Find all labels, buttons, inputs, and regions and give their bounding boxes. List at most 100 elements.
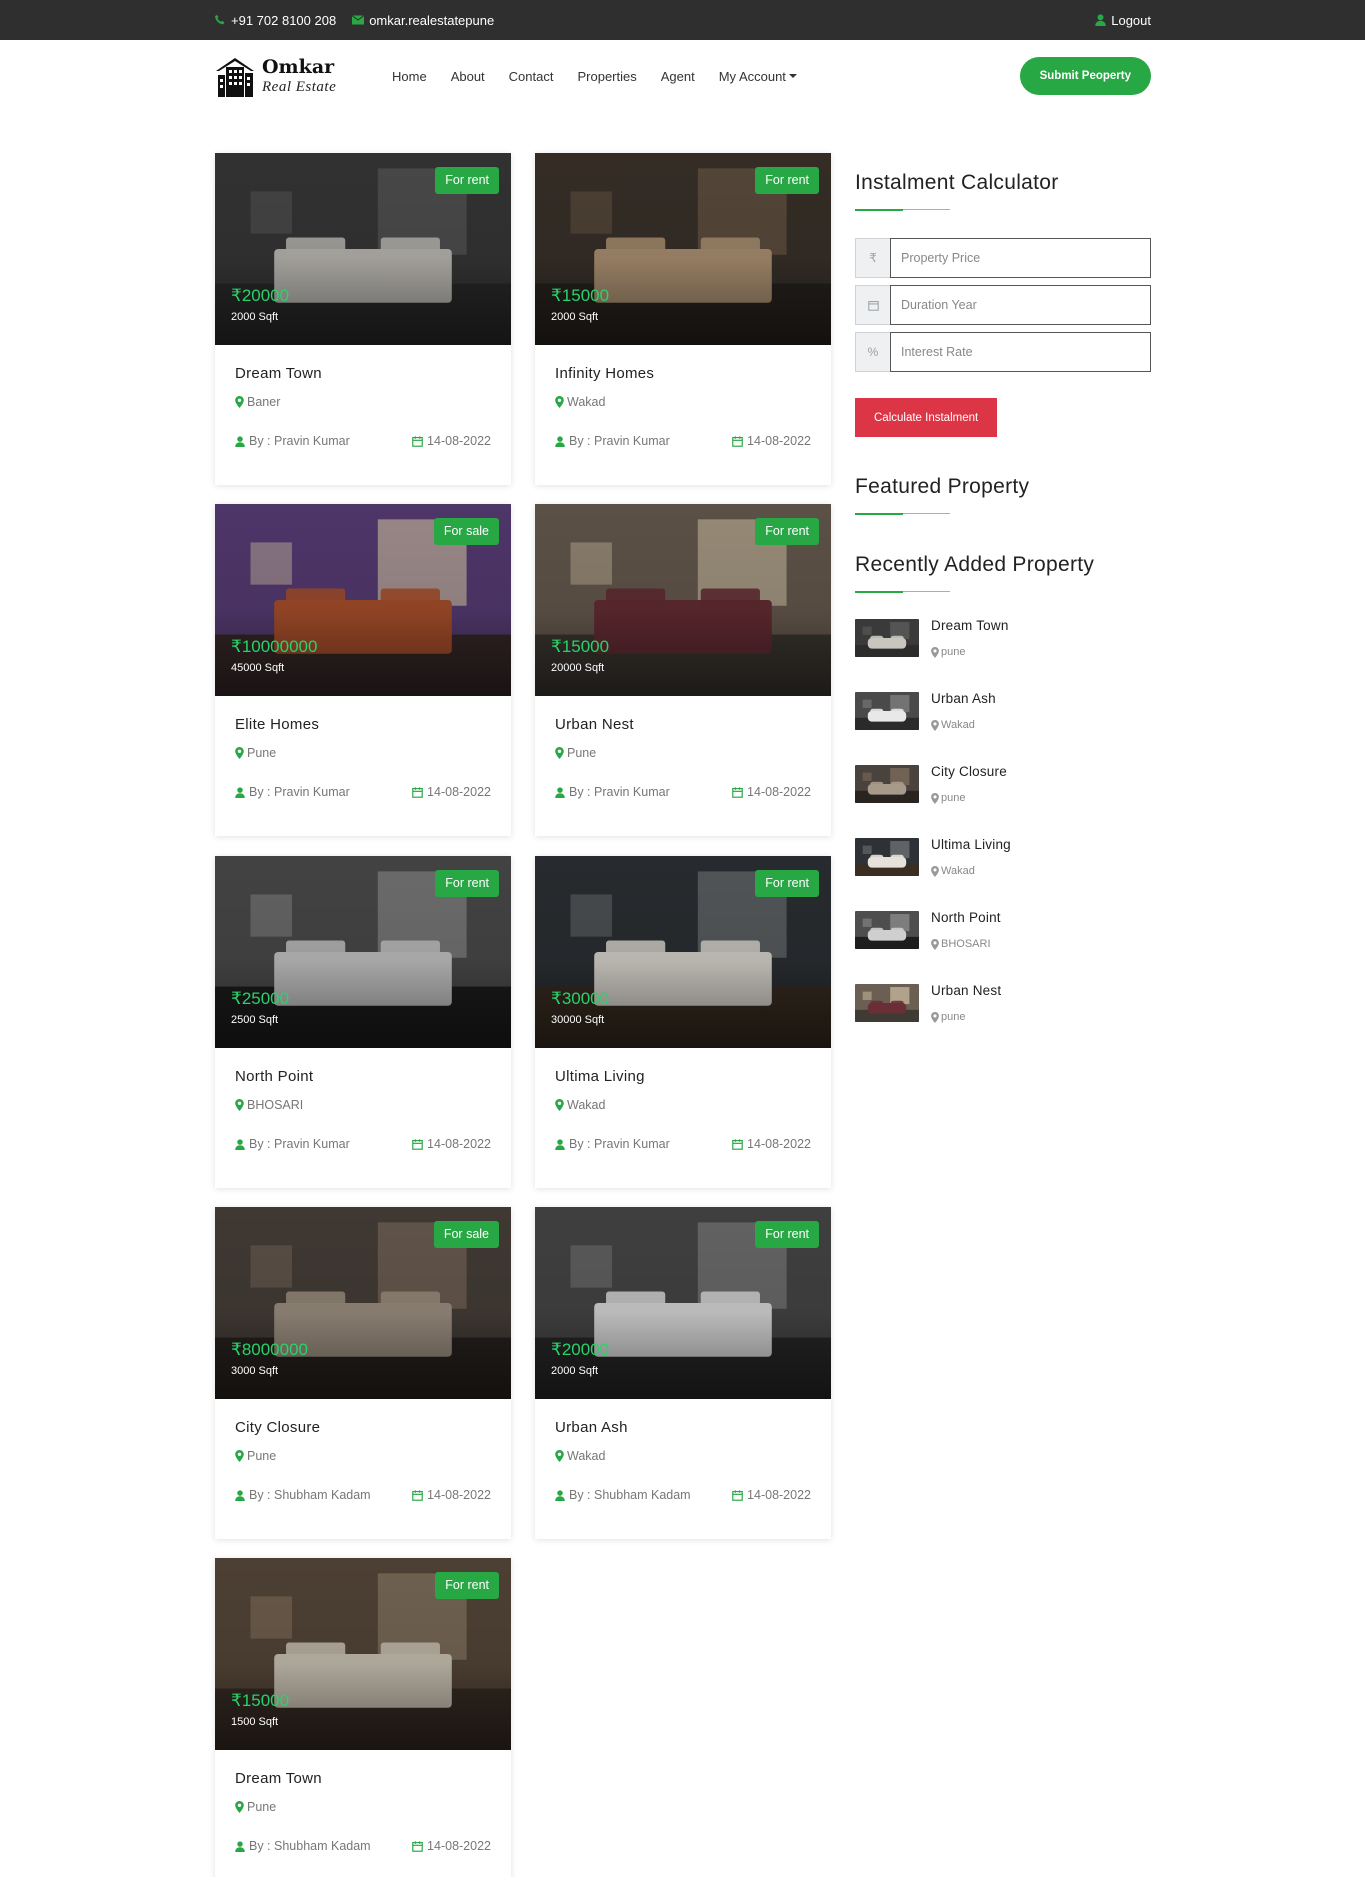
- email-contact[interactable]: omkar.realestatepune: [352, 13, 494, 28]
- property-area: 1500 Sqft: [231, 1716, 279, 1728]
- title-underline: [855, 591, 950, 593]
- property-photo[interactable]: For rent ₹15000 1500 Sqft: [215, 1558, 511, 1750]
- property-card[interactable]: For rent ₹30000 30000 Sqft Ultima Living…: [535, 856, 831, 1188]
- recent-property-name[interactable]: North Point: [931, 910, 1001, 925]
- agent-label: By : Shubham Kadam: [249, 1839, 371, 1853]
- sidebar: Instalment Calculator ₹ % Calculate Inst…: [855, 153, 1151, 1056]
- main-nav: Home About Contact Properties Agent My A…: [380, 69, 809, 84]
- location-label: Pune: [247, 1800, 277, 1814]
- top-bar: +91 702 8100 208 omkar.realestatepune Lo…: [0, 0, 1365, 40]
- site-logo[interactable]: Omkar Real Estate: [214, 55, 364, 97]
- property-photo[interactable]: For sale ₹10000000 45000 Sqft: [215, 504, 511, 696]
- logout-link[interactable]: Logout: [1095, 13, 1151, 28]
- date-label: 14-08-2022: [747, 1137, 811, 1151]
- recent-property-item[interactable]: Urban Nest pune: [855, 983, 1151, 1056]
- recent-property-thumbnail[interactable]: [855, 619, 919, 657]
- property-photo[interactable]: For sale ₹8000000 3000 Sqft: [215, 1207, 511, 1399]
- calendar-icon: [412, 1489, 423, 1501]
- recent-property-thumbnail[interactable]: [855, 838, 919, 876]
- property-title[interactable]: Dream Town: [235, 365, 491, 382]
- user-icon: [235, 1840, 245, 1852]
- property-card[interactable]: For rent ₹15000 2000 Sqft Infinity Homes…: [535, 153, 831, 485]
- calculate-instalment-button[interactable]: Calculate Instalment: [855, 398, 998, 437]
- recent-property-item[interactable]: Ultima Living Wakad: [855, 837, 1151, 910]
- recent-property-name[interactable]: Dream Town: [931, 618, 1009, 633]
- property-card[interactable]: For sale ₹10000000 45000 Sqft Elite Home…: [215, 504, 511, 836]
- nav-home[interactable]: Home: [392, 69, 427, 84]
- property-card[interactable]: For rent ₹20000 2000 Sqft Dream Town Ban…: [215, 153, 511, 485]
- user-icon: [235, 1489, 245, 1501]
- recent-property-name[interactable]: Urban Nest: [931, 983, 1001, 998]
- property-area: 3000 Sqft: [231, 1365, 279, 1377]
- recent-property-name[interactable]: City Closure: [931, 764, 1007, 779]
- listing-type-badge: For rent: [755, 870, 819, 897]
- recent-property-item[interactable]: City Closure pune: [855, 764, 1151, 837]
- property-title[interactable]: Urban Ash: [555, 1419, 811, 1436]
- property-card[interactable]: For rent ₹15000 20000 Sqft Urban Nest Pu…: [535, 504, 831, 836]
- property-price-input[interactable]: [890, 238, 1151, 278]
- property-photo[interactable]: For rent ₹25000 2500 Sqft: [215, 856, 511, 1048]
- property-price: ₹10000000: [231, 637, 318, 656]
- logout-label: Logout: [1111, 12, 1151, 28]
- calendar-icon: [855, 285, 890, 325]
- submit-property-button[interactable]: Submit Peoperty: [1019, 57, 1151, 95]
- nav-agent[interactable]: Agent: [661, 69, 695, 84]
- nav-my-account[interactable]: My Account: [719, 69, 797, 84]
- agent-label: By : Shubham Kadam: [569, 1488, 691, 1502]
- calendar-icon: [412, 1840, 423, 1852]
- property-photo[interactable]: For rent ₹15000 20000 Sqft: [535, 504, 831, 696]
- property-title[interactable]: Elite Homes: [235, 716, 491, 733]
- recent-property-name[interactable]: Ultima Living: [931, 837, 1011, 852]
- property-price: ₹25000: [231, 989, 290, 1008]
- property-title[interactable]: City Closure: [235, 1419, 491, 1436]
- property-photo[interactable]: For rent ₹30000 30000 Sqft: [535, 856, 831, 1048]
- duration-year-input[interactable]: [890, 285, 1151, 325]
- rupee-icon: ₹: [855, 238, 890, 278]
- interest-rate-input[interactable]: [890, 332, 1151, 372]
- agent-label: By : Pravin Kumar: [249, 434, 350, 448]
- property-title[interactable]: Urban Nest: [555, 716, 811, 733]
- property-title[interactable]: Ultima Living: [555, 1068, 811, 1085]
- property-agent: By : Shubham Kadam: [555, 1488, 691, 1502]
- recent-property-item[interactable]: North Point BHOSARI: [855, 910, 1151, 983]
- listing-type-badge: For rent: [435, 870, 499, 897]
- phone-contact[interactable]: +91 702 8100 208: [214, 13, 336, 28]
- nav-contact[interactable]: Contact: [509, 69, 554, 84]
- listing-type-badge: For rent: [755, 167, 819, 194]
- map-marker-icon: [931, 938, 939, 950]
- recent-property-item[interactable]: Dream Town pune: [855, 618, 1151, 691]
- date-label: 14-08-2022: [427, 1839, 491, 1853]
- property-card[interactable]: For sale ₹8000000 3000 Sqft City Closure…: [215, 1207, 511, 1539]
- property-price: ₹15000: [551, 286, 610, 305]
- property-price: ₹15000: [231, 1691, 290, 1710]
- recent-property-name[interactable]: Urban Ash: [931, 691, 996, 706]
- property-card[interactable]: For rent ₹20000 2000 Sqft Urban Ash Waka…: [535, 1207, 831, 1539]
- property-title[interactable]: Dream Town: [235, 1770, 491, 1787]
- recent-property-thumbnail[interactable]: [855, 911, 919, 949]
- property-title[interactable]: Infinity Homes: [555, 365, 811, 382]
- property-card[interactable]: For rent ₹15000 1500 Sqft Dream Town Pun…: [215, 1558, 511, 1877]
- property-card[interactable]: For rent ₹25000 2500 Sqft North Point BH…: [215, 856, 511, 1188]
- nav-about[interactable]: About: [451, 69, 485, 84]
- property-photo[interactable]: For rent ₹20000 2000 Sqft: [215, 153, 511, 345]
- property-price: ₹15000: [551, 637, 610, 656]
- property-photo[interactable]: For rent ₹20000 2000 Sqft: [535, 1207, 831, 1399]
- property-date: 14-08-2022: [412, 434, 491, 448]
- recent-property-thumbnail[interactable]: [855, 765, 919, 803]
- recent-property-thumbnail[interactable]: [855, 692, 919, 730]
- recent-property-item[interactable]: Urban Ash Wakad: [855, 691, 1151, 764]
- nav-properties[interactable]: Properties: [577, 69, 636, 84]
- date-label: 14-08-2022: [427, 434, 491, 448]
- title-underline: [855, 209, 950, 211]
- city-label: pune: [941, 792, 966, 804]
- user-icon: [235, 1138, 245, 1150]
- calendar-icon: [732, 435, 743, 447]
- recent-property-thumbnail[interactable]: [855, 984, 919, 1022]
- property-area: 30000 Sqft: [551, 1014, 605, 1026]
- property-photo[interactable]: For rent ₹15000 2000 Sqft: [535, 153, 831, 345]
- user-icon: [1095, 14, 1106, 26]
- user-icon: [555, 1489, 565, 1501]
- agent-label: By : Pravin Kumar: [569, 434, 670, 448]
- property-price: ₹8000000: [231, 1340, 308, 1359]
- property-title[interactable]: North Point: [235, 1068, 491, 1085]
